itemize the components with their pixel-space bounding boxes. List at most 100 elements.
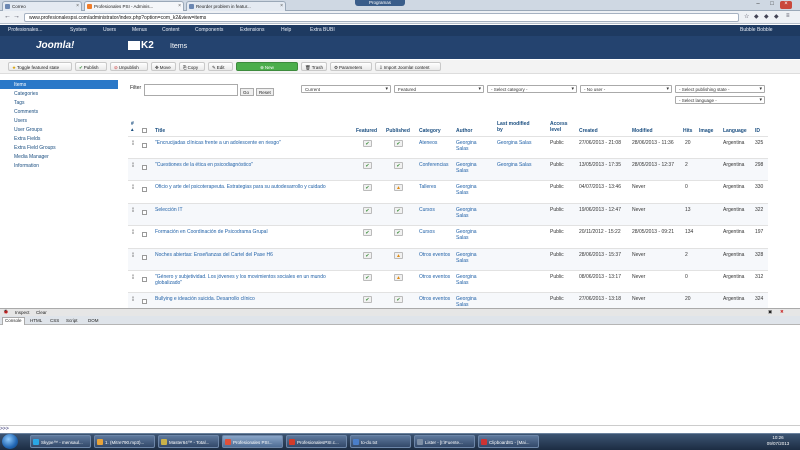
taskbar-item[interactable]: Skype™ - mensaul... [30,435,91,448]
featured-toggle[interactable]: ✔ [363,140,372,147]
drag-handle-icon[interactable]: ⁞ [132,230,134,236]
published-toggle[interactable]: ✔ [394,162,403,169]
tab-console[interactable]: Console [2,317,25,325]
item-author-link[interactable]: Georgina Salas [456,252,490,264]
featured-toggle[interactable]: ✔ [363,252,372,259]
published-toggle[interactable]: ▲ [394,274,403,281]
extension-icon[interactable]: ◆ [774,13,779,20]
unpublish-button[interactable]: ⊘Unpublish [110,62,148,71]
user-menu[interactable]: Bubble Bobble [740,27,773,33]
column-header-published[interactable]: Published [386,128,410,134]
tab-html[interactable]: HTML [30,318,42,323]
drag-handle-icon[interactable]: ⁞ [132,253,134,259]
move-button[interactable]: ✥Move [151,62,176,71]
clear-button[interactable]: Clear [36,310,47,315]
maximize-icon[interactable]: □ [766,1,778,9]
published-toggle[interactable]: ✔ [394,207,403,214]
item-category-link[interactable]: Cursos [419,207,453,213]
row-checkbox[interactable] [142,255,147,260]
item-title-link[interactable]: "Género y subjetividad. Los jóvenes y lo… [155,274,350,286]
item-category-link[interactable]: Talleres [419,184,453,190]
forward-icon[interactable]: → [13,13,20,20]
item-title-link[interactable]: Formación en Coordinación de Psicodrama … [155,229,350,235]
column-header-hits[interactable]: Hits [683,128,692,134]
item-author-link[interactable]: Georgina Salas [456,274,490,286]
import-joomla-content-button[interactable]: ⇩Import Joomla! content [375,62,441,71]
browser-tab-correo[interactable]: Correo × [2,1,82,11]
menu-extensions[interactable]: Extensions [240,27,264,33]
browser-tab-admin[interactable]: Profesionales PSI - Adminis... × [84,1,184,11]
item-modified-by-link[interactable]: Georgina Salas [497,162,545,168]
drag-handle-icon[interactable]: ⁞ [132,185,134,191]
taskbar-item[interactable]: Clipboard81 - [Mai... [478,435,539,448]
menu-components[interactable]: Components [195,27,223,33]
taskbar-item[interactable]: Master64™ - Total... [158,435,219,448]
menu-menus[interactable]: Menus [132,27,147,33]
firebug-icon[interactable]: 🐞 [3,309,9,315]
wrench-icon[interactable]: ≡ [786,13,790,19]
drag-handle-icon[interactable]: ⁞ [132,141,134,147]
column-header-id[interactable]: ID [755,128,760,134]
item-title-link[interactable]: "Cuestiones de la ética en psicodiagnóst… [155,162,350,168]
item-author-link[interactable]: Georgina Salas [456,184,490,196]
column-header-category[interactable]: Category [419,128,441,134]
url-input[interactable]: www.profesionalespsi.com/administrator/i… [24,13,739,22]
item-category-link[interactable]: Ateneos [419,140,453,146]
sidebar-item-extra-fields[interactable]: Extra Fields [0,134,118,143]
sidebar-item-items[interactable]: Items [0,80,118,89]
published-toggle[interactable]: ✔ [394,296,403,303]
taskbar-item[interactable]: Lister - [I:\Fuente... [414,435,475,448]
sort-icon[interactable]: ▴ [131,127,134,133]
column-header-created[interactable]: Created [579,128,598,134]
column-header-author[interactable]: Author [456,128,472,134]
sidebar-item-tags[interactable]: Tags [0,98,118,107]
item-author-link[interactable]: Georgina Salas [456,207,490,219]
close-icon[interactable]: × [178,3,181,9]
sidebar-item-comments[interactable]: Comments [0,107,118,116]
sidebar-item-user-groups[interactable]: User Groups [0,125,118,134]
tab-dom[interactable]: DOM [88,318,99,323]
item-category-link[interactable]: Cursos [419,229,453,235]
column-header-modified[interactable]: Modified [632,128,653,134]
copy-button[interactable]: ⎘Copy [179,62,205,71]
reset-button[interactable]: Reset [256,88,274,96]
featured-toggle[interactable]: ✔ [363,184,372,191]
featured-toggle[interactable]: ✔ [363,162,372,169]
browser-tab-reorder[interactable]: Reorder problem in featur... × [186,1,286,11]
drag-handle-icon[interactable]: ⁞ [132,297,134,303]
featured-toggle[interactable]: ✔ [363,274,372,281]
item-title-link[interactable]: Noches abiertas: Enseñanzas del Cartel d… [155,252,350,258]
select-all-checkbox[interactable] [142,128,147,133]
filter-search-input[interactable] [144,84,238,96]
tab-script[interactable]: Script [66,318,78,323]
star-icon[interactable]: ☆ [744,13,749,20]
go-button[interactable]: Go [240,88,254,96]
column-header-language[interactable]: Language [723,128,747,134]
drag-handle-icon[interactable]: ⁞ [132,163,134,169]
item-author-link[interactable]: Georgina Salas [456,296,490,308]
user-select[interactable]: - No user - [580,85,672,93]
system-clock[interactable]: 10:26 09/07/2013 [758,435,798,447]
console-command-line[interactable]: >>> [0,425,800,433]
item-category-link[interactable]: Otros eventos [419,296,453,302]
taskbar-item[interactable]: ProfesionalesPSI.c... [286,435,347,448]
column-header-last-modified-by[interactable]: Last modified by [497,121,531,133]
item-title-link[interactable]: "Encrucijadas clínicas frente a un adole… [155,140,350,146]
tab-css[interactable]: CSS [50,318,59,323]
sidebar-item-information[interactable]: Information [0,161,118,170]
menu-extra-bubi[interactable]: Extra BUBI [310,27,335,33]
minimize-icon[interactable]: – [752,1,764,9]
published-toggle[interactable]: ✔ [394,140,403,147]
firebug-close-icon[interactable]: ✖ [780,309,784,315]
extension-icon[interactable]: ◆ [764,13,769,20]
column-header-access-level[interactable]: Access level [550,121,572,133]
menu-content[interactable]: Content [162,27,180,33]
published-toggle[interactable]: ▲ [394,252,403,259]
drag-handle-icon[interactable]: ⁞ [132,275,134,281]
row-checkbox[interactable] [142,299,147,304]
extension-icon[interactable]: ◆ [754,13,759,20]
window-close-icon[interactable]: × [780,1,792,9]
publishing-state-select[interactable]: - Select publishing state - [675,85,765,93]
sidebar-item-users[interactable]: Users [0,116,118,125]
row-checkbox[interactable] [142,143,147,148]
